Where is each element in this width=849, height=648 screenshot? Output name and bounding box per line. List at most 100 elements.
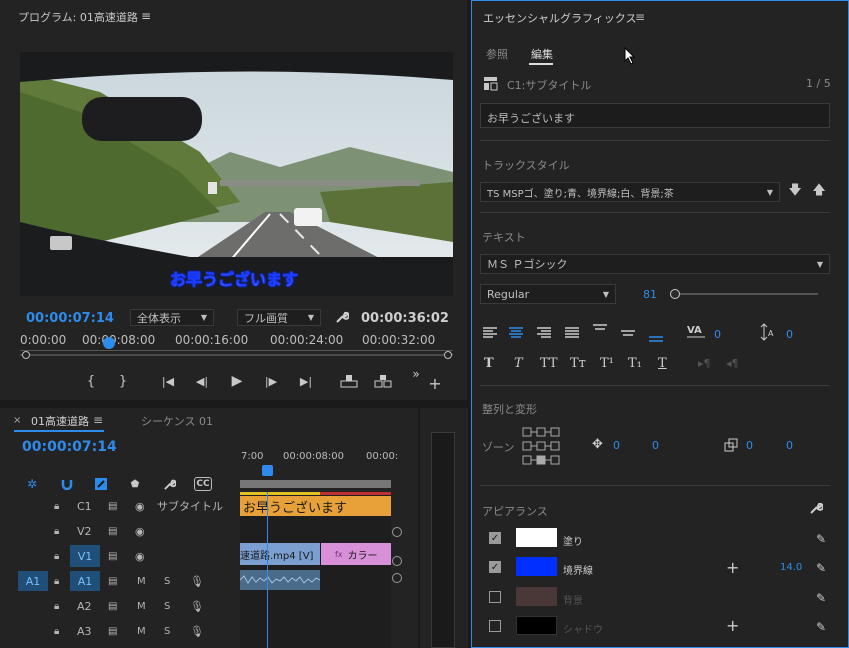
subscript-button[interactable]: T₁: [628, 356, 642, 371]
faux-bold-button[interactable]: T: [484, 356, 494, 371]
more-controls-icon[interactable]: »: [409, 367, 423, 381]
underline-button[interactable]: T: [658, 356, 667, 371]
align-left-icon[interactable]: [482, 326, 498, 340]
zoom-handle-left[interactable]: [22, 351, 30, 359]
align-right-icon[interactable]: [536, 326, 552, 340]
mic-icon[interactable]: 🎙︎: [190, 600, 204, 613]
font-size-slider-handle[interactable]: [670, 289, 680, 299]
fill-checkbox[interactable]: ✓: [489, 532, 501, 544]
solo-button[interactable]: S: [164, 601, 170, 612]
text-direction-ltr-icon[interactable]: ▸¶: [698, 357, 711, 370]
add-stroke-icon[interactable]: +: [726, 558, 739, 577]
film-icon[interactable]: ▤: [108, 626, 117, 637]
eye-icon[interactable]: ◉: [135, 525, 145, 538]
step-back-icon[interactable]: ◀|: [195, 374, 209, 388]
size-y[interactable]: 0: [786, 439, 793, 452]
eyedropper-icon[interactable]: ✎: [816, 591, 826, 605]
all-caps-button[interactable]: TT: [540, 356, 558, 371]
font-size-slider[interactable]: [672, 293, 818, 295]
color-matte-clip[interactable]: fx カラー: [321, 543, 391, 565]
align-bottom-icon[interactable]: [648, 329, 664, 343]
subtitle-overlay[interactable]: お早うございます: [170, 266, 299, 290]
eyedropper-icon[interactable]: ✎: [816, 561, 826, 575]
add-button-icon[interactable]: +: [428, 374, 442, 393]
background-color-swatch[interactable]: [516, 587, 557, 606]
tracking-value[interactable]: 0: [714, 328, 721, 341]
tracking-icon[interactable]: VA: [686, 323, 706, 341]
solo-button[interactable]: S: [164, 626, 170, 637]
small-caps-button[interactable]: Tт: [570, 356, 586, 371]
close-icon[interactable]: ×: [13, 415, 21, 426]
step-forward-icon[interactable]: |▶: [264, 374, 278, 388]
zone-grid[interactable]: [522, 427, 560, 465]
scroll-handle[interactable]: [392, 573, 402, 583]
video-preview[interactable]: お早うございます: [20, 52, 453, 296]
tab-sequence-01[interactable]: シーケンス 01: [141, 413, 213, 429]
quality-dropdown[interactable]: フル画質 ▼: [237, 309, 321, 326]
shadow-color-swatch[interactable]: [516, 616, 557, 635]
align-top-icon[interactable]: [592, 323, 608, 337]
scroll-handle[interactable]: [392, 556, 402, 566]
mute-button[interactable]: M: [137, 626, 146, 637]
film-icon[interactable]: ▤: [108, 526, 117, 537]
add-shadow-icon[interactable]: +: [726, 616, 739, 635]
caption-text-field[interactable]: お早うございます: [480, 103, 830, 128]
audio-clip[interactable]: [240, 570, 320, 590]
font-dropdown[interactable]: ＭＳ Ｐゴシック ▼: [480, 254, 830, 274]
lock-icon[interactable]: 🔒︎: [54, 551, 59, 562]
wrench-icon[interactable]: [162, 477, 176, 491]
track-name[interactable]: A3: [77, 625, 92, 638]
tab-browse[interactable]: 参照: [486, 46, 508, 62]
marker-icon[interactable]: ⬟: [129, 477, 141, 491]
mark-in-icon[interactable]: {: [84, 374, 98, 389]
track-name[interactable]: C1: [77, 500, 92, 513]
text-direction-rtl-icon[interactable]: ◂¶: [726, 357, 739, 370]
work-area-bar[interactable]: [240, 480, 391, 488]
track-name-v1[interactable]: V1: [70, 545, 100, 567]
track-lanes[interactable]: お早うございます 速道路.mp4 [V] fx カラー: [240, 492, 391, 648]
lock-icon[interactable]: 🔒︎: [54, 601, 59, 612]
push-down-icon[interactable]: 🡇: [788, 183, 802, 200]
zoom-handle-right[interactable]: [444, 351, 452, 359]
panel-menu-icon[interactable]: ≡: [141, 9, 151, 23]
size-x[interactable]: 0: [746, 439, 753, 452]
zoom-dropdown[interactable]: 全体表示 ▼: [130, 309, 214, 326]
wrench-icon[interactable]: [809, 501, 823, 515]
scale-icon[interactable]: [724, 438, 738, 452]
current-timecode[interactable]: 00:00:07:14: [26, 311, 114, 326]
background-checkbox[interactable]: [489, 591, 501, 603]
film-icon[interactable]: ▤: [108, 501, 117, 512]
fill-color-swatch[interactable]: [516, 528, 557, 547]
mute-button[interactable]: M: [137, 576, 146, 587]
eg-title[interactable]: エッセンシャルグラフィックス: [483, 10, 636, 26]
stroke-checkbox[interactable]: ✓: [489, 561, 501, 573]
mark-out-icon[interactable]: }: [116, 374, 130, 389]
play-icon[interactable]: ▶: [229, 373, 245, 389]
lock-icon[interactable]: 🔒︎: [54, 526, 59, 537]
timeline-timecode[interactable]: 00:00:07:14: [22, 439, 117, 455]
stroke-color-swatch[interactable]: [516, 557, 557, 576]
mute-button[interactable]: M: [137, 601, 146, 612]
snap-icon[interactable]: ✲: [25, 477, 39, 491]
go-to-in-icon[interactable]: |◀: [159, 374, 177, 388]
shadow-checkbox[interactable]: [489, 620, 501, 632]
zoom-bar[interactable]: [20, 354, 453, 356]
faux-italic-button[interactable]: T: [514, 356, 523, 371]
source-patch-a1[interactable]: A1: [18, 571, 48, 591]
film-icon[interactable]: ▤: [108, 601, 117, 612]
scroll-handle[interactable]: [392, 527, 402, 537]
align-middle-icon[interactable]: [620, 326, 636, 340]
font-size-value[interactable]: 81: [643, 288, 657, 301]
panel-menu-icon[interactable]: ≡: [93, 413, 103, 427]
wrench-icon[interactable]: [334, 309, 350, 325]
track-style-dropdown[interactable]: TS MSPゴ、塗り;青、境界線;白、背景;茶 ▼: [480, 182, 780, 202]
font-style-dropdown[interactable]: Regular ▼: [480, 284, 616, 304]
leading-value[interactable]: 0: [786, 328, 793, 341]
playhead-marker[interactable]: [103, 337, 115, 349]
tab-edit[interactable]: 編集: [531, 46, 553, 62]
timeline-ruler[interactable]: 7:00 00:00:08:00 00:00:: [240, 448, 398, 492]
move-icon[interactable]: ✥: [592, 437, 603, 452]
push-up-icon[interactable]: 🡅: [812, 183, 826, 200]
magnet-icon[interactable]: [60, 477, 74, 491]
film-icon[interactable]: ▤: [108, 576, 117, 587]
